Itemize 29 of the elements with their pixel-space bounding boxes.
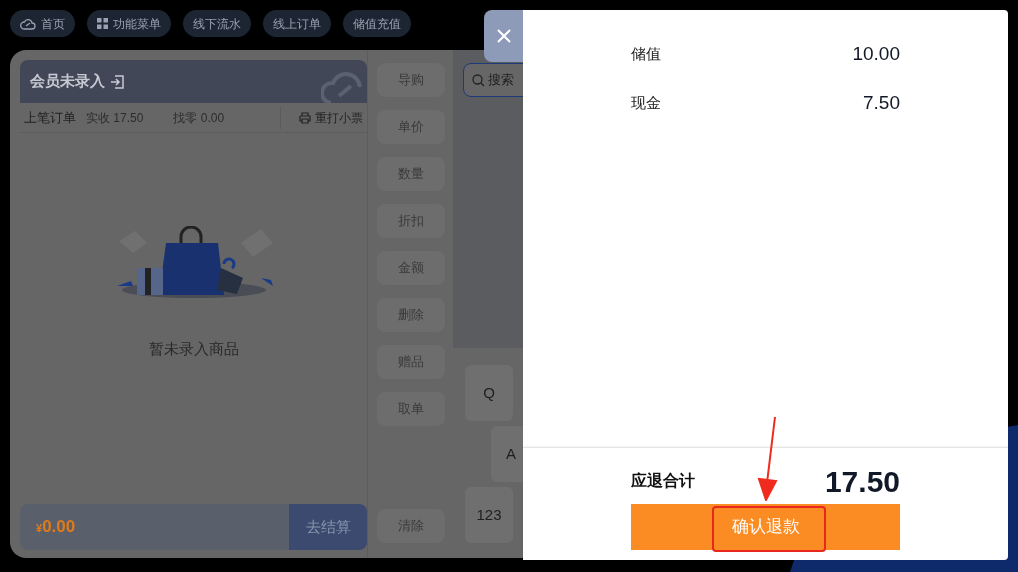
nav-button[interactable]: 储值充值	[343, 10, 411, 37]
nav-button[interactable]: 首页	[10, 10, 75, 37]
close-button[interactable]	[484, 10, 524, 62]
nav-button[interactable]: 线下流水	[183, 10, 251, 37]
payment-amount: 7.50	[863, 90, 900, 115]
payment-amount: 10.00	[852, 41, 900, 66]
cloud-icon	[20, 17, 36, 30]
keyboard-key[interactable]: Q	[465, 365, 513, 421]
refund-total-amount: 17.50	[824, 463, 900, 500]
keyboard-key[interactable]: 123	[465, 487, 513, 543]
last-order-label: 上笔订单	[24, 108, 76, 127]
reprint-button[interactable]: 重打小票	[299, 108, 363, 127]
checkout-button[interactable]: 去结算	[289, 504, 367, 550]
login-icon[interactable]	[109, 73, 125, 90]
search-icon	[472, 73, 485, 87]
cart-total: ¥0.00	[36, 516, 76, 539]
grid-icon	[97, 18, 108, 29]
empty-cart-text: 暂未录入商品	[148, 339, 239, 360]
printer-icon	[299, 111, 311, 124]
refund-total-label: 应退合计	[631, 471, 695, 491]
received-amount: 实收 17.50	[86, 109, 144, 127]
payment-method: 现金	[631, 92, 661, 113]
member-title[interactable]: 会员未录入	[30, 70, 105, 93]
confirm-refund-button[interactable]: 确认退款	[631, 504, 900, 550]
payment-method: 储值	[631, 43, 661, 64]
change-amount: 找零 0.00	[173, 109, 225, 127]
close-icon	[496, 28, 512, 44]
nav-button[interactable]: 线上订单	[263, 10, 331, 37]
nav-button[interactable]: 功能菜单	[87, 10, 171, 37]
